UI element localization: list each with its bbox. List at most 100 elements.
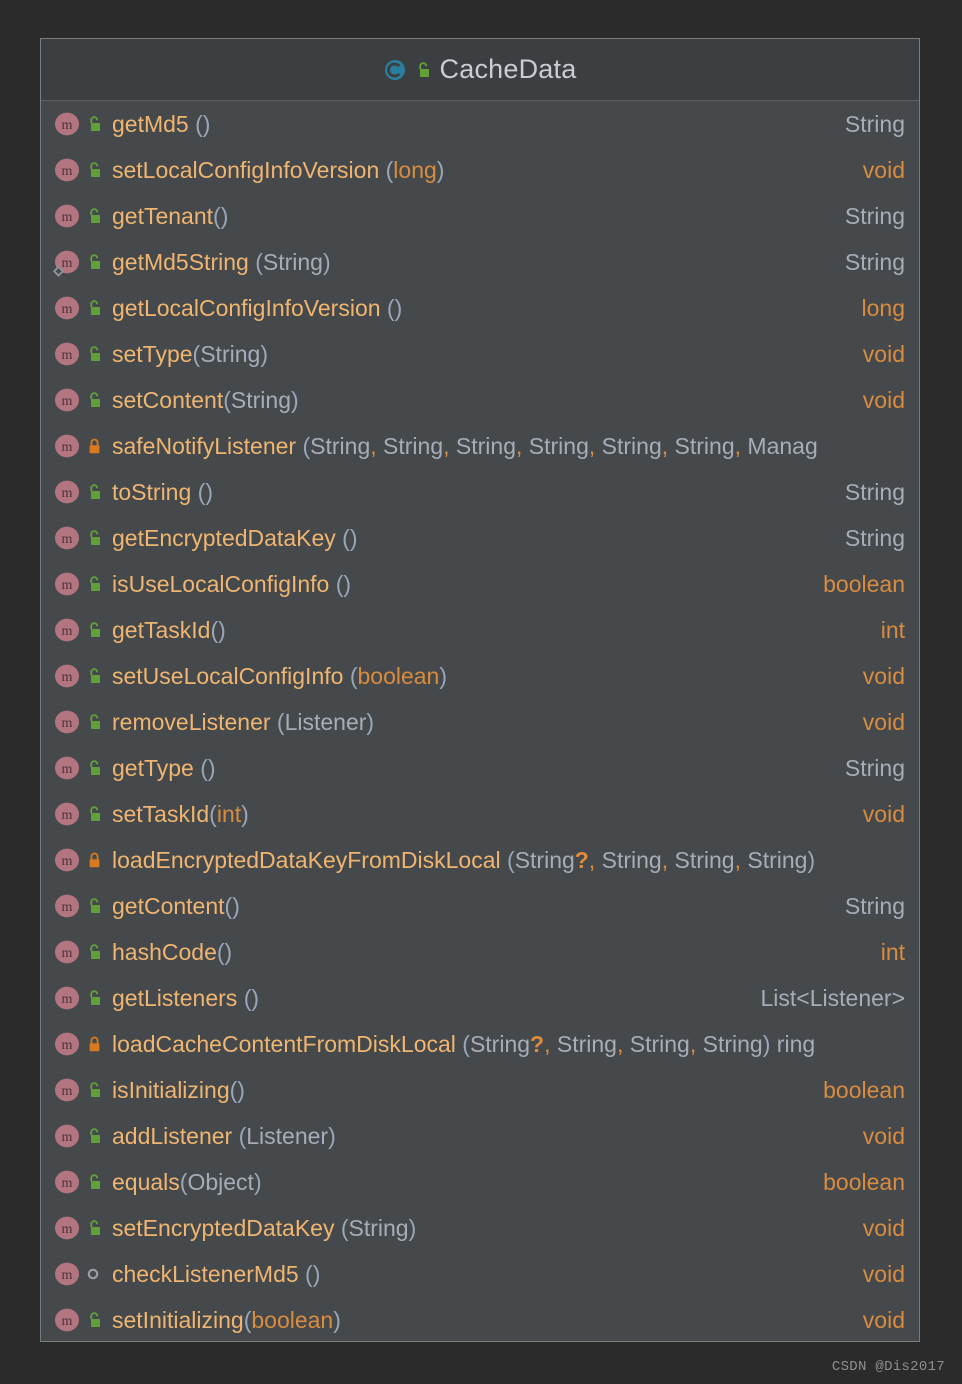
member-name: getMd5String xyxy=(112,248,249,275)
nullable-marker: ? xyxy=(530,1030,545,1057)
member-icons: m xyxy=(54,893,112,919)
member-row[interactable]: m setType(String) void xyxy=(41,331,919,377)
paren-close: ) xyxy=(328,1122,336,1149)
member-icons: m xyxy=(54,939,112,965)
param-separator: , xyxy=(370,432,377,459)
paren-close: ) xyxy=(224,938,233,965)
member-icons: m xyxy=(54,525,112,551)
lock-open-green-icon xyxy=(86,299,102,317)
member-row[interactable]: m equals(Object) boolean xyxy=(41,1159,919,1205)
member-row[interactable]: m getType () String xyxy=(41,745,919,791)
member-return-type: String xyxy=(844,892,905,919)
method-icon: m xyxy=(54,341,80,367)
member-icons: m xyxy=(54,1307,112,1333)
member-name: addListener xyxy=(112,1122,233,1149)
member-icons: m xyxy=(54,341,112,367)
param-type: String xyxy=(528,432,589,459)
member-icons: m xyxy=(54,1215,112,1241)
member-name: safeNotifyListener xyxy=(112,432,297,459)
paren-open: ( xyxy=(255,248,263,275)
member-icons: m xyxy=(54,1077,112,1103)
member-name: setContent xyxy=(112,386,224,413)
paren-open: ( xyxy=(276,708,285,735)
member-return-type: void xyxy=(862,662,905,689)
method-icon: m xyxy=(54,1261,80,1287)
member-row[interactable]: m isUseLocalConfigInfo () boolean xyxy=(41,561,919,607)
method-icon: m xyxy=(54,893,80,919)
member-row[interactable]: m removeListener (Listener) void xyxy=(41,699,919,745)
member-row[interactable]: m loadEncryptedDataKeyFromDiskLocal (Stri… xyxy=(41,837,919,883)
member-icons: m xyxy=(54,1169,112,1195)
svg-text:m: m xyxy=(62,164,73,179)
lock-open-green-icon xyxy=(86,345,102,363)
paren-close: ) xyxy=(366,708,375,735)
paren-open: ( xyxy=(223,386,231,413)
paren-open: ( xyxy=(305,1260,313,1287)
paren-open: ( xyxy=(340,1214,349,1241)
svg-text:m: m xyxy=(62,302,73,317)
member-return-type: String xyxy=(844,754,905,781)
paren-close: ) xyxy=(253,1168,262,1195)
paren-close: ) xyxy=(439,662,448,689)
member-signature: hashCode() xyxy=(112,939,867,966)
method-icon: m xyxy=(54,1215,80,1241)
member-icons: m xyxy=(54,387,112,413)
paren-open: ( xyxy=(200,754,208,781)
member-signature: equals(Object) xyxy=(112,1169,809,1196)
method-icon: m xyxy=(54,1077,80,1103)
paren-close: ) xyxy=(207,754,216,781)
member-name: toString xyxy=(112,478,192,505)
member-icons: m xyxy=(52,249,112,277)
lock-open-green-icon xyxy=(86,897,102,915)
method-icon: m xyxy=(54,617,80,643)
member-row[interactable]: m addListener (Listener) void xyxy=(41,1113,919,1159)
member-row[interactable]: m setLocalConfigInfoVersion (long) void xyxy=(41,147,919,193)
member-row[interactable]: m getContent() String xyxy=(41,883,919,929)
member-row[interactable]: m loadCacheContentFromDiskLocal (String?,… xyxy=(41,1021,919,1067)
member-row[interactable]: m getTenant() String xyxy=(41,193,919,239)
member-list: m getMd5 () String m setLocalConfigInfoVersi… xyxy=(41,101,919,1341)
screenshot-root: CacheData m getMd5 () String m setLocalConfi… xyxy=(0,0,962,1384)
member-name: loadCacheContentFromDiskLocal xyxy=(112,1030,456,1057)
member-icons: m xyxy=(54,157,112,183)
member-row[interactable]: m getLocalConfigInfoVersion () long xyxy=(41,285,919,331)
member-return-type: boolean xyxy=(823,570,905,597)
param-type: String xyxy=(601,432,662,459)
member-return-type: boolean xyxy=(823,1168,905,1195)
lock-closed-orange-icon xyxy=(86,1035,102,1053)
member-row[interactable]: m getMd5 () String xyxy=(41,101,919,147)
method-icon: m xyxy=(54,663,80,689)
member-icons: m xyxy=(54,755,112,781)
method-icon: m xyxy=(54,985,80,1011)
member-name: getLocalConfigInfoVersion xyxy=(112,294,381,321)
member-signature: getEncryptedDataKey () xyxy=(112,525,831,552)
method-icon: m xyxy=(54,387,80,413)
member-row[interactable]: m setUseLocalConfigInfo (boolean) void xyxy=(41,653,919,699)
lock-open-green-icon xyxy=(86,667,102,685)
member-row[interactable]: m setInitializing(boolean) void xyxy=(41,1297,919,1341)
member-row[interactable]: m toString () String xyxy=(41,469,919,515)
method-icon: m xyxy=(54,203,80,229)
member-row[interactable]: m setEncryptedDataKey (String) void xyxy=(41,1205,919,1251)
member-row[interactable]: m getListeners () List<Listener> xyxy=(41,975,919,1021)
lock-open-green-icon xyxy=(86,989,102,1007)
member-name: getMd5 xyxy=(112,110,189,137)
member-icons: m xyxy=(54,295,112,321)
member-row[interactable]: m checkListenerMd5 () void xyxy=(41,1251,919,1297)
lock-open-green-icon xyxy=(86,161,102,179)
member-row[interactable]: m getTaskId() int xyxy=(41,607,919,653)
param-type: boolean xyxy=(357,662,440,689)
member-return-type: long xyxy=(861,294,905,321)
member-row[interactable]: m hashCode() int xyxy=(41,929,919,975)
member-return-type: void xyxy=(862,1260,905,1287)
member-row[interactable]: m isInitializing() boolean xyxy=(41,1067,919,1113)
member-row[interactable]: m setTaskId(int) void xyxy=(41,791,919,837)
member-row[interactable]: m safeNotifyListener (String, String, Str… xyxy=(41,423,919,469)
lock-open-green-icon xyxy=(86,1173,102,1191)
member-row[interactable]: m getMd5String (String) String xyxy=(41,239,919,285)
paren-close: ) xyxy=(349,524,358,551)
member-row[interactable]: m setContent(String) void xyxy=(41,377,919,423)
paren-close: ) xyxy=(260,340,268,367)
svg-text:m: m xyxy=(62,992,73,1007)
member-row[interactable]: m getEncryptedDataKey () String xyxy=(41,515,919,561)
